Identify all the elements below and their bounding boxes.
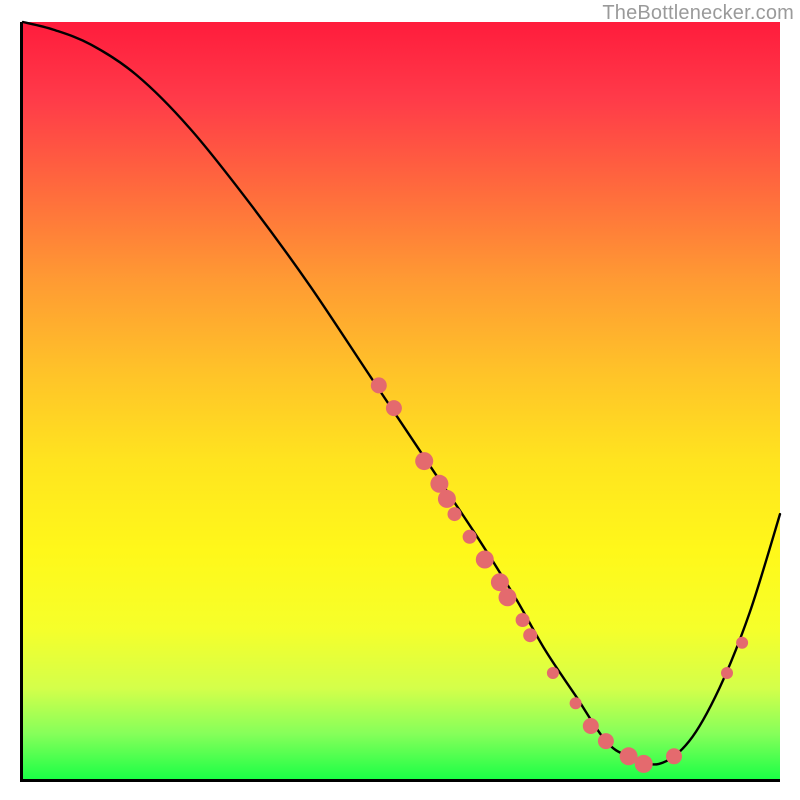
marker-point bbox=[736, 637, 748, 649]
marker-point bbox=[516, 613, 530, 627]
marker-point bbox=[570, 697, 582, 709]
marker-point bbox=[463, 530, 477, 544]
marker-point bbox=[635, 755, 653, 773]
marker-point bbox=[386, 400, 402, 416]
plot-area bbox=[20, 22, 780, 782]
watermark-text: TheBottlenecker.com bbox=[602, 2, 794, 25]
marker-point bbox=[499, 588, 517, 606]
marker-point bbox=[371, 377, 387, 393]
bottleneck-curve bbox=[23, 22, 780, 764]
marker-point bbox=[476, 551, 494, 569]
marker-point bbox=[547, 667, 559, 679]
chart-container: TheBottlenecker.com bbox=[0, 0, 800, 800]
marker-point bbox=[666, 748, 682, 764]
marker-point bbox=[721, 667, 733, 679]
marker-point bbox=[583, 718, 599, 734]
marker-point bbox=[448, 507, 462, 521]
marker-point bbox=[598, 733, 614, 749]
marker-point bbox=[438, 490, 456, 508]
chart-svg bbox=[23, 22, 780, 779]
highlight-markers bbox=[371, 377, 748, 773]
marker-point bbox=[415, 452, 433, 470]
marker-point bbox=[523, 628, 537, 642]
